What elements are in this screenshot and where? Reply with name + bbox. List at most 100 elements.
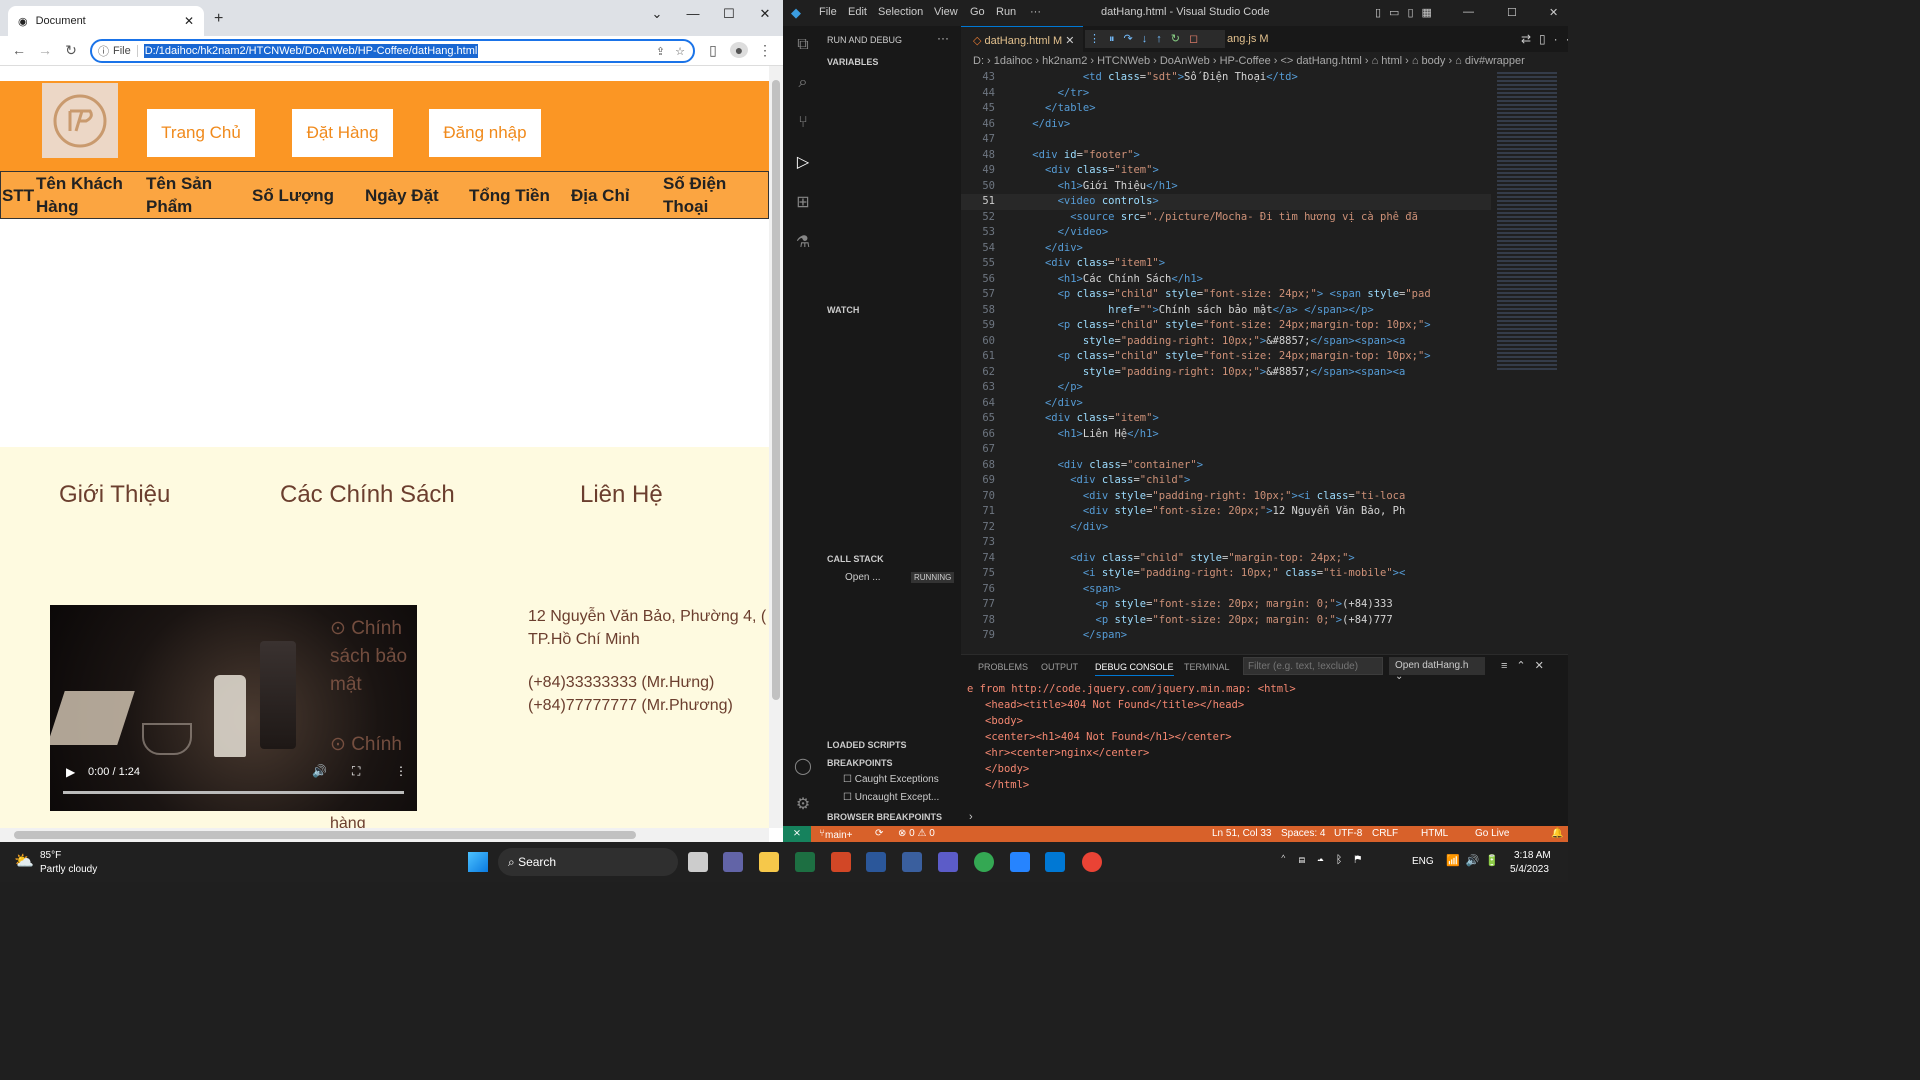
settings-gear-icon[interactable]: ⚙ [793, 794, 813, 814]
status-language[interactable]: HTML [1421, 828, 1448, 839]
code-line[interactable]: 59 <p class="child" style="font-size: 24… [961, 318, 1491, 334]
tab-close-icon[interactable]: ✕ [1065, 35, 1074, 47]
video-progress-bar[interactable] [63, 791, 404, 794]
line-number[interactable]: 72 [961, 520, 995, 536]
menu-kebab-icon[interactable]: ⋮ [756, 42, 774, 58]
status-position[interactable]: Ln 51, Col 33 [1212, 828, 1272, 839]
layout-icons[interactable]: ▯▭▯▦ [1375, 6, 1440, 19]
page-horizontal-scrollbar[interactable] [0, 828, 769, 842]
clock-date[interactable]: 5/4/2023 [1510, 864, 1549, 875]
line-number[interactable]: 65 [961, 411, 995, 427]
line-number[interactable]: 76 [961, 582, 995, 598]
code-line[interactable]: 46 </div> [961, 117, 1491, 133]
clock-time[interactable]: 3:18 AM [1514, 850, 1551, 861]
app-icon[interactable] [938, 852, 958, 872]
file-explorer-icon[interactable] [759, 852, 779, 872]
line-number[interactable]: 50 [961, 179, 995, 195]
line-number[interactable]: 62 [961, 365, 995, 381]
code-line[interactable]: 47 [961, 132, 1491, 148]
menu-file[interactable]: File [819, 6, 837, 18]
watch-section[interactable]: WATCH [827, 305, 859, 315]
task-view-icon[interactable] [688, 852, 708, 872]
code-line[interactable]: 56 <h1>Các Chính Sách</h1> [961, 272, 1491, 288]
nav-order[interactable]: Đặt Hàng [292, 109, 393, 157]
panel-tab-debug-console[interactable]: DEBUG CONSOLE [1095, 662, 1174, 676]
tab-dathang[interactable]: ◇ datHang.html M ✕ [961, 26, 1083, 52]
menu-more[interactable]: ··· [1030, 6, 1041, 18]
code-line[interactable]: 62 style="padding-right: 10px;">&#8857;<… [961, 365, 1491, 381]
code-line[interactable]: 69 <div class="child"> [961, 473, 1491, 489]
breakpoints-section[interactable]: BREAKPOINTS [827, 758, 893, 768]
line-number[interactable]: 47 [961, 132, 995, 148]
code-line[interactable]: 57 <p class="child" style="font-size: 24… [961, 287, 1491, 303]
start-button[interactable] [468, 852, 488, 872]
input-language[interactable]: ENG [1412, 856, 1434, 867]
code-line[interactable]: 55 <div class="item1"> [961, 256, 1491, 272]
page-scroll-thumb[interactable] [772, 80, 780, 700]
line-number[interactable]: 52 [961, 210, 995, 226]
line-number[interactable]: 55 [961, 256, 995, 272]
explorer-icon[interactable]: ⧉ [793, 36, 813, 56]
line-number[interactable]: 48 [961, 148, 995, 164]
share-icon[interactable]: ⇪ [656, 45, 665, 58]
code-line[interactable]: 67 [961, 442, 1491, 458]
powerpoint-icon[interactable] [831, 852, 851, 872]
status-eol[interactable]: CRLF [1372, 828, 1398, 839]
code-line[interactable]: 76 <span> [961, 582, 1491, 598]
word-icon[interactable] [866, 852, 886, 872]
code-line[interactable]: 66 <h1>Liên Hệ</h1> [961, 427, 1491, 443]
code-line[interactable]: 79 </span> [961, 628, 1491, 644]
panel-actions-icon[interactable]: ≡⌃✕ [1501, 659, 1553, 672]
sourcetree-icon[interactable] [1010, 852, 1030, 872]
excel-icon[interactable] [795, 852, 815, 872]
sync-icon[interactable]: ⟳ [875, 828, 883, 839]
source-control-icon[interactable]: ⑂ [793, 114, 813, 134]
chrome-icon[interactable] [974, 852, 994, 872]
code-line[interactable]: 64 </div> [961, 396, 1491, 412]
status-branch[interactable]: ⑂ main+ [819, 828, 853, 841]
line-number[interactable]: 64 [961, 396, 995, 412]
new-tab-button[interactable]: + [214, 10, 223, 28]
line-number[interactable]: 60 [961, 334, 995, 350]
variables-section[interactable]: VARIABLES [827, 57, 878, 67]
code-line[interactable]: 50 <h1>Giới Thiệu</h1> [961, 179, 1491, 195]
vs-close-button[interactable]: ✕ [1549, 6, 1558, 19]
line-number[interactable]: 43 [961, 70, 995, 86]
code-line[interactable]: 72 </div> [961, 520, 1491, 536]
code-line[interactable]: 68 <div class="container"> [961, 458, 1491, 474]
line-number[interactable]: 79 [961, 628, 995, 644]
call-stack-item[interactable]: Open ... [845, 572, 881, 583]
code-line[interactable]: 54 </div> [961, 241, 1491, 257]
vs-maximize-button[interactable]: ☐ [1507, 6, 1517, 19]
line-number[interactable]: 56 [961, 272, 995, 288]
code-line[interactable]: 65 <div class="item"> [961, 411, 1491, 427]
code-line[interactable]: 71 <div style="font-size: 20px;">12 Nguy… [961, 504, 1491, 520]
line-number[interactable]: 74 [961, 551, 995, 567]
sidepanel-icon[interactable]: ▯ [704, 42, 722, 58]
fullscreen-icon[interactable]: ⛶ [352, 764, 360, 779]
line-number[interactable]: 49 [961, 163, 995, 179]
line-number[interactable]: 46 [961, 117, 995, 133]
code-line[interactable]: 45 </table> [961, 101, 1491, 117]
browser-tab[interactable]: ◉ Document ✕ [8, 6, 204, 36]
line-number[interactable]: 51 [961, 194, 995, 210]
tab-search-icon[interactable]: ⌄ [639, 4, 675, 24]
code-line[interactable]: 53 </video> [961, 225, 1491, 241]
nav-home[interactable]: Trang Chủ [147, 109, 255, 157]
policy-overlay-3[interactable]: hàng [330, 815, 366, 828]
line-number[interactable]: 73 [961, 535, 995, 551]
info-icon[interactable]: ⓘ [98, 43, 109, 59]
line-number[interactable]: 63 [961, 380, 995, 396]
remote-icon[interactable]: ⨯ [783, 826, 811, 842]
tray-icons[interactable]: ⌃▤☁ᛒ⚑ [1280, 854, 1373, 866]
extensions-icon[interactable]: ⊞ [793, 192, 813, 212]
line-number[interactable]: 59 [961, 318, 995, 334]
policy-overlay-2[interactable]: ⊙ Chính [330, 733, 402, 756]
vs-minimize-button[interactable]: — [1463, 6, 1474, 18]
line-number[interactable]: 70 [961, 489, 995, 505]
code-line[interactable]: 48 <div id="footer"> [961, 148, 1491, 164]
line-number[interactable]: 53 [961, 225, 995, 241]
status-encoding[interactable]: UTF-8 [1334, 828, 1362, 839]
loaded-scripts-section[interactable]: LOADED SCRIPTS [827, 740, 907, 750]
menu-selection[interactable]: Selection [878, 6, 923, 18]
